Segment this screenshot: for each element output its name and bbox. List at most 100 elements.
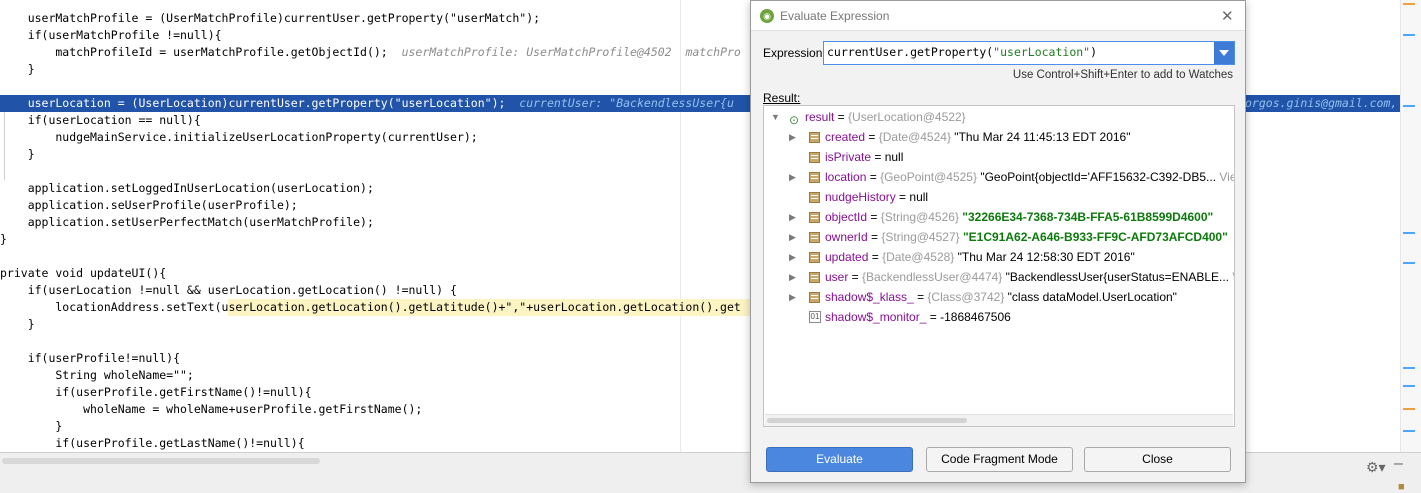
code-text: String wholeName=""; <box>0 368 194 382</box>
tree-row[interactable]: ▶ ownerId = {String@4527} "E1C91A62-A646-… <box>764 227 1234 247</box>
field-value: "E1C91A62-A646-B933-FF9C-AFD73AFCD400" <box>959 230 1228 244</box>
tree-row[interactable]: ▶ objectId = {String@4526} "32266E34-7368… <box>764 207 1234 227</box>
close-button[interactable]: Close <box>1084 447 1231 472</box>
equals-sign: = <box>871 150 885 164</box>
marker[interactable] <box>1403 430 1415 432</box>
field-value: -1868467506 <box>940 310 1011 324</box>
code-text: userMatchProfile = (UserMatchProfile)cur… <box>0 11 541 25</box>
field-type: {BackendlessUser@4474} <box>862 270 1003 284</box>
marker[interactable] <box>1403 367 1415 369</box>
code-text: } <box>0 232 7 246</box>
inline-value-hint: userMatchProfile: UserMatchProfile@4502 … <box>387 45 741 59</box>
field-value: null <box>909 190 929 204</box>
close-icon[interactable]: ✕ <box>1221 7 1234 25</box>
evaluate-icon: ◉ <box>760 9 774 23</box>
tree-row[interactable]: nudgeHistory = null <box>764 187 1234 207</box>
code-text: matchProfileId = userMatchProfile.getObj… <box>0 45 388 59</box>
expand-arrow-icon[interactable]: ▶ <box>789 167 796 187</box>
expand-arrow-icon[interactable]: ▶ <box>789 247 796 267</box>
tree-row[interactable]: ▶ user = {BackendlessUser@4474} "Backendl… <box>764 267 1234 287</box>
tree-row[interactable]: ▶ location = {GeoPoint@4525} "GeoPoint{ob… <box>764 167 1234 187</box>
equals-sign: = <box>865 130 879 144</box>
expand-arrow-icon[interactable]: ▶ <box>789 287 796 307</box>
expand-arrow-icon[interactable]: ▶ <box>789 207 796 227</box>
scroll-thumb[interactable] <box>767 418 967 423</box>
expression-close: ) <box>1090 45 1098 59</box>
code-text: wholeName = wholeName+userProfile.getFir… <box>0 402 423 416</box>
dialog-title-bar[interactable]: ◉ Evaluate Expression ✕ <box>751 1 1245 31</box>
field-name: nudgeHistory <box>825 190 896 204</box>
tree-row-text: updated = {Date@4528} "Thu Mar 24 12:58:… <box>825 247 1135 267</box>
evaluate-expression-dialog: ◉ Evaluate Expression ✕ Expression: curr… <box>750 0 1246 483</box>
field-name: objectId <box>825 210 868 224</box>
field-icon <box>809 252 820 263</box>
inline-value-hint: currentUser: "BackendlessUser{u <box>505 96 734 110</box>
expression-input[interactable]: currentUser.getProperty("userLocation") <box>823 41 1235 65</box>
equals-sign: = <box>926 310 941 324</box>
tree-row[interactable]: ▼ ⊙ result = {UserLocation@4522} <box>764 107 1234 127</box>
result-label: Result: <box>763 91 801 105</box>
field-icon <box>809 232 820 243</box>
view-link[interactable]: View <box>1229 270 1234 284</box>
tree-row-text: ownerId = {String@4527} "E1C91A62-A646-B… <box>825 227 1228 247</box>
field-name: updated <box>825 250 869 264</box>
tree-row-text: nudgeHistory = null <box>825 187 928 207</box>
expand-arrow-icon[interactable]: ▶ <box>789 267 796 287</box>
expand-arrow-icon[interactable]: ▶ <box>789 227 796 247</box>
marker[interactable] <box>1403 105 1415 107</box>
tree-row[interactable]: ▶ shadow$_klass_ = {Class@3742} "class da… <box>764 287 1234 307</box>
tree-row[interactable]: 01 shadow$_monitor_ = -1868467506 <box>764 307 1234 327</box>
view-link[interactable]: View <box>1216 170 1234 184</box>
evaluate-button[interactable]: Evaluate <box>766 447 913 472</box>
equals-sign: = <box>895 190 910 204</box>
warning-marker[interactable] <box>1403 408 1415 410</box>
lock-icon[interactable]: ■ <box>1398 481 1405 493</box>
code-text: userLocation = (UserLocation)currentUser… <box>0 96 506 110</box>
code-text: if(userProfile.getLastName()!=null){ <box>0 436 305 450</box>
field-value: "Thu Mar 24 11:45:13 EDT 2016" <box>950 130 1131 144</box>
marker[interactable] <box>1403 232 1415 234</box>
tree-row[interactable]: isPrivate = null <box>764 147 1234 167</box>
field-type: {String@4526} <box>880 210 959 224</box>
code-text: locationAddress.setText(userLocation.get… <box>0 300 741 314</box>
marker[interactable] <box>1403 262 1415 264</box>
field-value: null <box>884 150 904 164</box>
chevron-down-icon[interactable] <box>1214 42 1234 64</box>
horizontal-scrollbar[interactable] <box>2 458 320 464</box>
code-text: application.setUserPerfectMatch(userMatc… <box>0 215 374 229</box>
field-type: {UserLocation@4522} <box>848 110 966 124</box>
minimize-icon[interactable]: – <box>1394 455 1403 473</box>
primitive-field-icon: 01 <box>809 311 821 323</box>
field-name: result <box>805 110 835 124</box>
tree-horizontal-scrollbar[interactable] <box>765 414 1233 426</box>
code-fragment-mode-button[interactable]: Code Fragment Mode <box>926 447 1073 472</box>
error-stripe[interactable] <box>1400 0 1421 452</box>
watch-hint: Use Control+Shift+Enter to add to Watche… <box>1012 69 1233 81</box>
field-icon <box>809 152 820 163</box>
tree-row-text: shadow$_klass_ = {Class@3742} "class dat… <box>825 287 1177 307</box>
field-name: shadow$_klass_ <box>825 290 914 304</box>
equals-sign: = <box>834 110 849 124</box>
collapse-arrow-icon[interactable]: ▼ <box>771 107 780 127</box>
warning-marker[interactable] <box>1403 3 1415 5</box>
tree-row[interactable]: ▶ updated = {Date@4528} "Thu Mar 24 12:58… <box>764 247 1234 267</box>
tree-row-text: result = {UserLocation@4522} <box>805 107 966 127</box>
result-tree[interactable]: ▼ ⊙ result = {UserLocation@4522} ▶ created =… <box>763 105 1235 427</box>
tree-row-text: shadow$_monitor_ = -1868467506 <box>825 307 1011 327</box>
expand-arrow-icon[interactable]: ▶ <box>789 127 796 147</box>
tree-row-text: isPrivate = null <box>825 147 903 167</box>
field-name: ownerId <box>825 230 868 244</box>
code-text: } <box>0 62 35 76</box>
marker[interactable] <box>1403 34 1415 36</box>
tree-row-text: objectId = {String@4526} "32266E34-7368-… <box>825 207 1213 227</box>
field-icon <box>809 172 820 183</box>
equals-sign: = <box>867 230 882 244</box>
marker[interactable] <box>1403 385 1415 387</box>
tree-row[interactable]: ▶ created = {Date@4524} "Thu Mar 24 11:45… <box>764 127 1234 147</box>
dialog-title: Evaluate Expression <box>780 9 890 23</box>
field-name: created <box>825 130 866 144</box>
gear-icon[interactable]: ⚙▾ <box>1366 459 1386 476</box>
expression-value[interactable]: currentUser.getProperty("userLocation") <box>827 45 1097 59</box>
code-text: } <box>0 419 63 433</box>
equals-sign: = <box>866 170 881 184</box>
